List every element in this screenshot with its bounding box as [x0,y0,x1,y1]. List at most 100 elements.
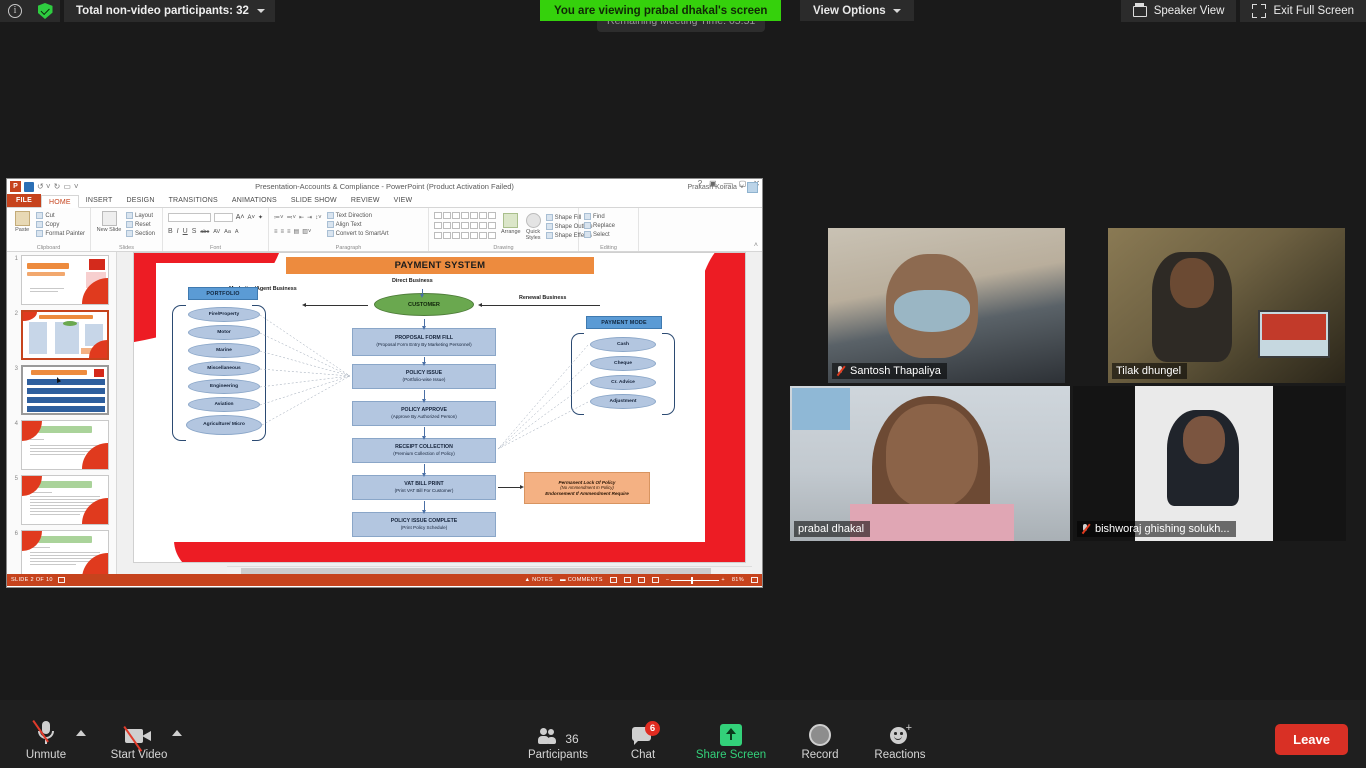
encryption-status-button[interactable] [30,0,60,22]
shape-arrow-icon[interactable] [452,212,460,219]
thumbnail-item[interactable]: 5 [11,475,112,525]
underline-button[interactable]: U [183,228,188,235]
notes-button[interactable]: ▲ NOTES [524,577,552,583]
shape-star-icon[interactable] [470,232,478,239]
record-button[interactable]: Record [774,718,866,762]
shape-brace-right-icon[interactable] [461,232,469,239]
align-center-icon[interactable]: ≡ [281,229,285,235]
thumbnail-slide-2[interactable] [21,310,109,360]
shape-arc-icon[interactable] [443,232,451,239]
meeting-info-button[interactable]: i [0,0,30,22]
video-tile-tilak-dhungel[interactable]: Tilak dhungel [1108,228,1345,383]
decrease-indent-icon[interactable]: ⇤ [299,214,304,221]
shared-powerpoint-window[interactable]: P ↺ ˅ ↻ ▭ ˅ Presentation-Accounts & Comp… [6,178,763,588]
thumbnail-slide-1[interactable] [21,255,109,305]
speaker-view-button[interactable]: Speaker View [1121,0,1237,22]
panel-splitter-handle[interactable] [760,413,763,433]
exit-full-screen-button[interactable]: Exit Full Screen [1240,0,1366,22]
tab-review[interactable]: REVIEW [344,194,387,207]
layout-button[interactable]: Layout [126,212,155,219]
italic-button[interactable]: I [177,228,179,235]
shadow-button[interactable]: S [192,228,197,235]
powerpoint-status-bar[interactable]: SLIDE 2 OF 10 ▲ NOTES ▬ COMMENTS − + 81% [7,574,762,586]
fit-slide-to-window-icon[interactable] [751,577,758,583]
shape-rectangle-icon[interactable] [461,212,469,219]
shape-textbox-icon[interactable] [434,212,442,219]
shape-callout-icon[interactable] [479,222,487,229]
cut-button[interactable]: Cut [36,212,85,219]
font-size-input[interactable] [214,213,232,222]
strikethrough-button[interactable]: abc [200,229,209,235]
thumbnail-item[interactable]: 1 [11,255,112,305]
copy-button[interactable]: Copy [36,221,85,228]
non-video-participants-dropdown[interactable]: Total non-video participants: 32 [64,0,275,22]
zoom-track[interactable] [671,580,719,581]
language-icon[interactable] [58,577,65,583]
audio-options-chevron-icon[interactable] [76,730,86,736]
unmute-button[interactable]: Unmute [0,718,92,762]
zoom-in-icon[interactable]: + [721,577,725,583]
line-spacing-icon[interactable]: ↕˅ [315,215,322,221]
tab-file[interactable]: FILE [7,194,41,207]
thumbnail-slide-6[interactable] [21,530,109,574]
increase-font-size-icon[interactable]: A˄ [236,214,245,221]
clear-formatting-icon[interactable]: ✦ [258,214,263,221]
shape-brace-left-icon[interactable] [452,232,460,239]
zoom-slider[interactable]: − + [666,577,725,583]
video-options-chevron-icon[interactable] [172,730,182,736]
align-right-icon[interactable]: ≡ [287,229,291,235]
character-spacing-button[interactable]: AV [213,229,220,235]
shape-chevron-icon[interactable] [470,222,478,229]
shape-line-icon[interactable] [443,212,451,219]
slide-show-icon[interactable] [652,577,659,583]
leave-meeting-button[interactable]: Leave [1275,724,1348,755]
decrease-font-size-icon[interactable]: A˅ [247,215,255,221]
reactions-button[interactable]: + Reactions [854,718,946,762]
change-case-button[interactable]: Aa [224,229,231,235]
reading-view-icon[interactable] [638,577,645,583]
normal-view-icon[interactable] [610,577,617,583]
slide-canvas[interactable]: PAYMENT SYSTEM Direct Business Marketing… [133,252,746,563]
replace-button[interactable]: Replace [584,222,633,229]
powerpoint-ribbon-tabs[interactable]: FILE HOME INSERT DESIGN TRANSITIONS ANIM… [7,194,762,208]
shape-oval-icon[interactable] [479,212,487,219]
powerpoint-ribbon[interactable]: Paste Cut Copy Format Painter Clipboard … [7,208,762,252]
tab-transitions[interactable]: TRANSITIONS [162,194,225,207]
align-left-icon[interactable]: ≡ [274,229,278,235]
view-options-button[interactable]: View Options [800,0,914,21]
tab-design[interactable]: DESIGN [120,194,162,207]
find-button[interactable]: Find [584,213,633,220]
video-tile-santosh-thapaliya[interactable]: Santosh Thapaliya [828,228,1065,383]
thumbnail-item[interactable]: 3 [11,365,112,415]
select-button[interactable]: Select [584,231,633,238]
reset-button[interactable]: Reset [126,221,155,228]
thumbnail-item[interactable]: 4 [11,420,112,470]
powerpoint-account[interactable]: Prakash Koirala ˅ [687,182,758,193]
convert-to-smartart-button[interactable]: Convert to SmartArt [327,230,389,237]
comments-button[interactable]: ▬ COMMENTS [560,577,603,583]
justify-icon[interactable]: ▤ [294,228,300,235]
thumbnail-slide-5[interactable] [21,475,109,525]
slide-sorter-icon[interactable] [624,577,631,583]
align-text-button[interactable]: Align Text [327,221,389,228]
collapse-ribbon-icon[interactable]: ˄ [754,242,758,249]
format-painter-button[interactable]: Format Painter [36,230,85,237]
quick-styles-button[interactable]: Quick Styles [526,212,541,241]
shape-rounded-rect-icon[interactable] [470,212,478,219]
numbering-icon[interactable]: ≕˅ [287,214,297,221]
tab-slide-show[interactable]: SLIDE SHOW [284,194,344,207]
slide-editing-area[interactable]: PAYMENT SYSTEM Direct Business Marketing… [117,252,762,574]
bullets-icon[interactable]: ≔˅ [274,214,284,221]
shape-triangle-icon[interactable] [434,222,442,229]
video-tile-prabal-dhakal[interactable]: prabal dhakal [790,386,1070,541]
shape-freeform-icon[interactable] [434,232,442,239]
participants-button[interactable]: 36 Participants [512,718,604,762]
zoom-knob[interactable] [691,577,693,584]
bold-button[interactable]: B [168,228,173,235]
thumbnail-slide-4[interactable] [21,420,109,470]
shape-pentagon-icon[interactable] [461,222,469,229]
arrange-button[interactable]: Arrange [501,212,521,241]
slide-horizontal-scrollbar[interactable] [227,566,752,574]
tab-animations[interactable]: ANIMATIONS [225,194,284,207]
share-screen-button[interactable]: Share Screen [685,718,777,762]
